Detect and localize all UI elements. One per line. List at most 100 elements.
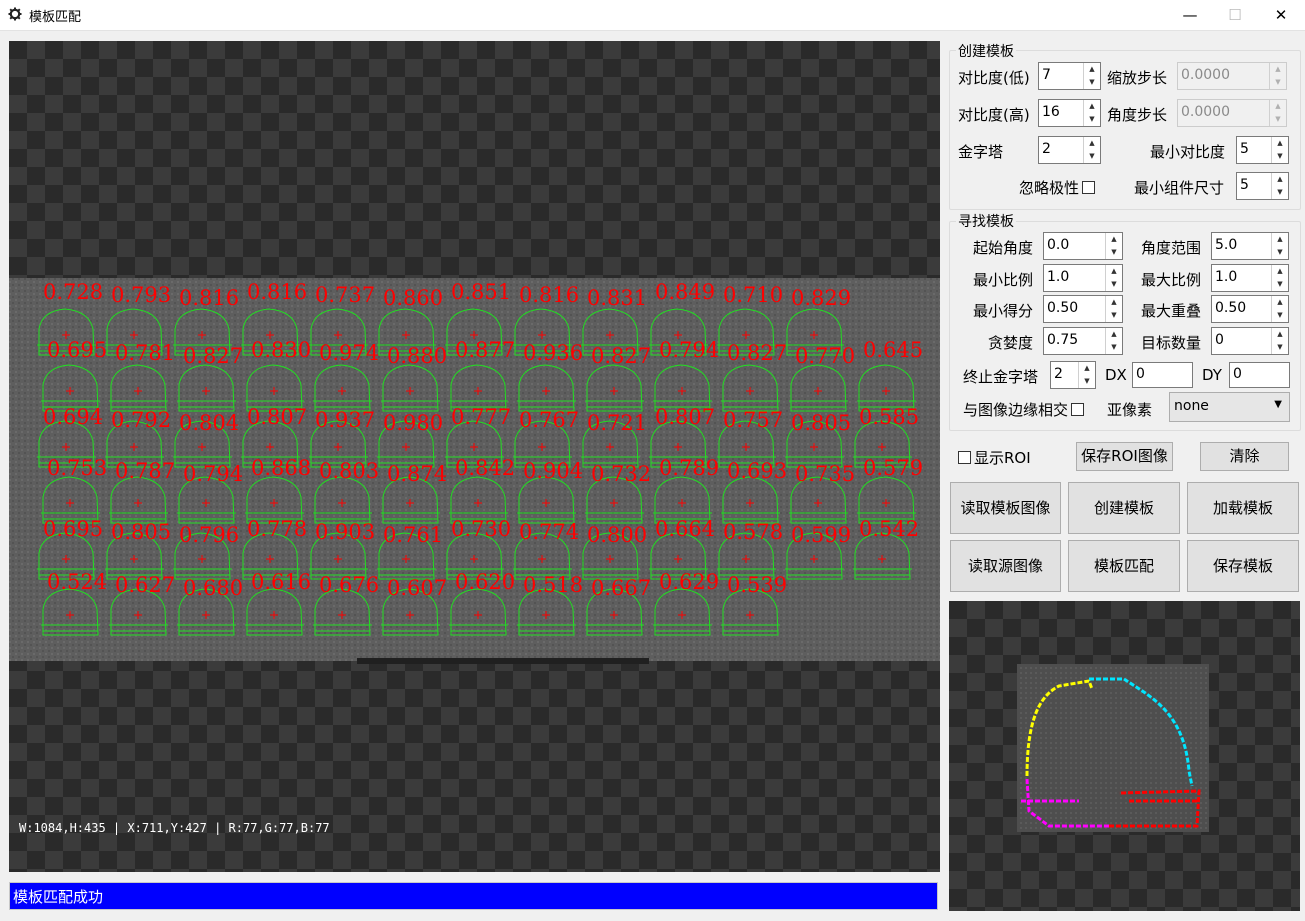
spin-down-icon[interactable]: ▼	[1272, 246, 1288, 259]
checkbox-icon[interactable]	[1082, 181, 1096, 194]
match-result-image: 0.728 0.793 0.816 0.816 0.737 0.860 0.851 0.816…	[9, 278, 940, 664]
angle-range-label: 角度范围	[1141, 239, 1202, 257]
match-score-label: 0.777	[451, 405, 511, 429]
start-angle-label: 起始角度	[973, 239, 1034, 257]
spin-down-icon[interactable]: ▼	[1106, 341, 1122, 354]
spin-up-icon[interactable]: ▲	[1106, 233, 1122, 246]
contrast-low-spinbox[interactable]: 7 ▲ ▼	[1038, 62, 1101, 90]
max-overlap-spinbox[interactable]: 0.50 ▲ ▼	[1211, 295, 1289, 323]
match-score-label: 0.827	[591, 344, 651, 368]
subpixel-select[interactable]: none ▼	[1169, 392, 1290, 422]
spin-up-icon[interactable]: ▲	[1084, 100, 1100, 113]
load-template-button[interactable]: 加载模板	[1187, 482, 1299, 534]
min-contrast-label: 最小对比度	[1150, 143, 1226, 161]
match-score-label: 0.578	[723, 520, 783, 544]
start-angle-spinbox[interactable]: 0.0 ▲ ▼	[1043, 232, 1123, 260]
match-score-label: 0.880	[387, 344, 447, 368]
spin-down-icon[interactable]: ▼	[1084, 150, 1100, 163]
contrast-high-spinbox[interactable]: 16 ▲ ▼	[1038, 99, 1101, 127]
match-score-label: 0.860	[383, 286, 443, 310]
spin-up-icon[interactable]: ▲	[1106, 265, 1122, 278]
num-matches-spinbox[interactable]: 0 ▲ ▼	[1211, 327, 1289, 355]
match-score-label: 0.937	[315, 408, 375, 432]
match-score-label: 0.804	[179, 411, 239, 435]
clear-button[interactable]: 清除	[1200, 442, 1289, 471]
spin-down-icon[interactable]: ▼	[1106, 246, 1122, 259]
angle-range-spinbox[interactable]: 5.0 ▲ ▼	[1211, 232, 1289, 260]
pixel-info: W:1084,H:435 | X:711,Y:427 | R:77,G:77,B…	[19, 821, 330, 835]
match-score-label: 0.667	[591, 576, 651, 600]
spin-down-icon[interactable]: ▼	[1106, 278, 1122, 291]
subpixel-label: 亚像素	[1107, 401, 1153, 419]
maximize-button[interactable]: ☐	[1212, 0, 1258, 30]
match-score-label: 0.627	[115, 573, 175, 597]
create-template-button[interactable]: 创建模板	[1068, 482, 1180, 534]
spin-up-icon[interactable]: ▲	[1272, 296, 1288, 309]
gear-icon	[8, 7, 22, 21]
dy-label: DY	[1202, 366, 1222, 384]
match-score-label: 0.757	[723, 408, 783, 432]
minimize-button[interactable]: —	[1167, 0, 1213, 30]
min-score-spinbox[interactable]: 0.50 ▲ ▼	[1043, 295, 1123, 323]
read-template-image-button[interactable]: 读取模板图像	[950, 482, 1061, 534]
match-score-label: 0.781	[115, 341, 175, 365]
spin-down-icon[interactable]: ▼	[1272, 309, 1288, 322]
checkbox-icon[interactable]	[958, 451, 971, 464]
min-contrast-spinbox[interactable]: 5 ▲ ▼	[1236, 136, 1289, 164]
spin-down-icon[interactable]: ▼	[1272, 150, 1288, 163]
spin-down-icon[interactable]: ▼	[1084, 76, 1100, 89]
spin-down-icon[interactable]: ▼	[1272, 341, 1288, 354]
border-checkbox[interactable]: 与图像边缘相交	[963, 399, 1085, 420]
match-score-label: 0.721	[587, 411, 647, 435]
spin-down-icon[interactable]: ▼	[1079, 375, 1095, 388]
pyramid-spinbox[interactable]: 2 ▲ ▼	[1038, 136, 1101, 164]
spin-up-icon[interactable]: ▲	[1272, 233, 1288, 246]
min-scale-spinbox[interactable]: 1.0 ▲ ▼	[1043, 264, 1123, 292]
spin-up-icon[interactable]: ▲	[1106, 328, 1122, 341]
spin-up-icon[interactable]: ▲	[1272, 328, 1288, 341]
match-score-label: 0.827	[183, 344, 243, 368]
spin-up-icon[interactable]: ▲	[1079, 362, 1095, 375]
ignore-polarity-checkbox[interactable]: 忽略极性	[1019, 177, 1096, 198]
min-scale-label: 最小比例	[973, 271, 1034, 289]
spin-up-icon[interactable]: ▲	[1272, 265, 1288, 278]
spin-up-icon[interactable]: ▲	[1084, 63, 1100, 76]
spin-up-icon[interactable]: ▲	[1272, 173, 1288, 186]
close-button[interactable]: ✕	[1258, 0, 1304, 30]
match-score-label: 0.539	[727, 573, 787, 597]
spin-up-icon[interactable]: ▲	[1084, 137, 1100, 150]
window-title: 模板匹配	[29, 10, 82, 25]
spin-down-icon[interactable]: ▼	[1084, 113, 1100, 126]
match-score-label: 0.842	[455, 456, 515, 480]
last-pyramid-spinbox[interactable]: 2 ▲ ▼	[1050, 361, 1096, 389]
min-component-spinbox[interactable]: 5 ▲ ▼	[1236, 172, 1289, 200]
match-score-label: 0.753	[47, 456, 107, 480]
spin-down-icon[interactable]: ▼	[1272, 278, 1288, 291]
match-score-label: 0.805	[111, 520, 171, 544]
spin-down-icon[interactable]: ▼	[1106, 309, 1122, 322]
match-score-label: 0.796	[179, 523, 239, 547]
template-preview	[949, 601, 1300, 911]
match-score-label: 0.829	[791, 286, 851, 310]
show-roi-checkbox[interactable]: 显示ROI	[958, 447, 1031, 468]
match-score-label: 0.735	[795, 462, 855, 486]
save-template-button[interactable]: 保存模板	[1187, 540, 1299, 592]
read-source-image-button[interactable]: 读取源图像	[950, 540, 1061, 592]
greediness-spinbox[interactable]: 0.75 ▲ ▼	[1043, 327, 1123, 355]
match-score-label: 0.664	[655, 517, 715, 541]
checkbox-icon[interactable]	[1071, 403, 1085, 416]
match-score-label: 0.728	[43, 280, 103, 304]
max-scale-spinbox[interactable]: 1.0 ▲ ▼	[1211, 264, 1289, 292]
dx-input[interactable]: 0	[1132, 362, 1193, 388]
match-score-label: 0.904	[523, 459, 583, 483]
match-score-label: 0.695	[47, 338, 107, 362]
create-template-title: 创建模板	[956, 41, 1016, 61]
image-canvas[interactable]: 0.728 0.793 0.816 0.816 0.737 0.860 0.851 0.816…	[9, 41, 940, 872]
match-template-button[interactable]: 模板匹配	[1068, 540, 1180, 592]
save-roi-button[interactable]: 保存ROI图像	[1076, 442, 1173, 471]
title-bar: 模板匹配 — ☐ ✕	[0, 0, 1305, 31]
spin-up-icon[interactable]: ▲	[1272, 137, 1288, 150]
dy-input[interactable]: 0	[1229, 362, 1290, 388]
spin-up-icon[interactable]: ▲	[1106, 296, 1122, 309]
spin-down-icon[interactable]: ▼	[1272, 186, 1288, 199]
